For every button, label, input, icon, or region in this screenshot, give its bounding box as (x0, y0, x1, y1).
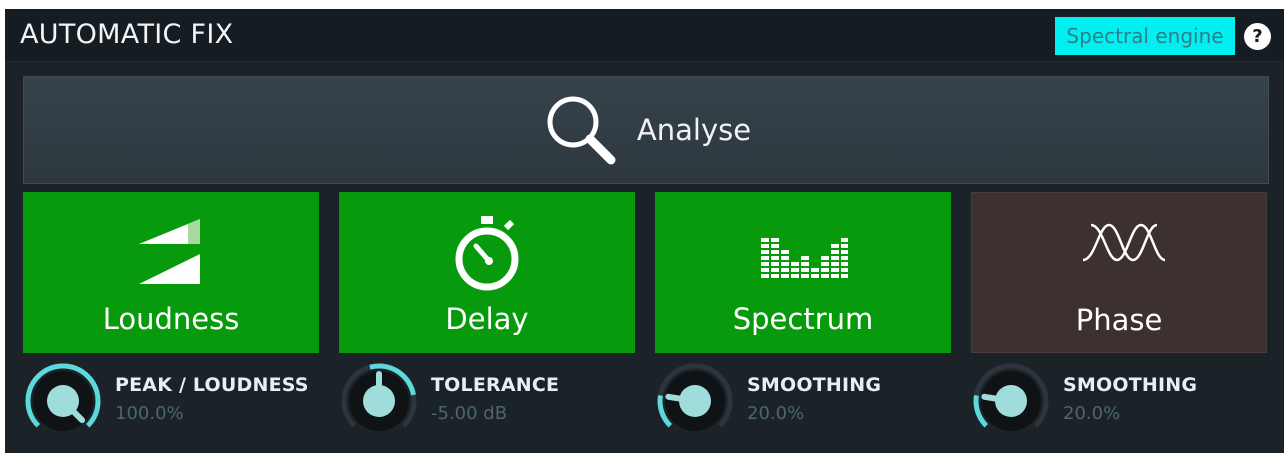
tile-spectrum[interactable]: Spectrum (655, 192, 951, 353)
analyse-label: Analyse (636, 113, 752, 147)
panel-title: AUTOMATIC FIX (20, 19, 234, 50)
control-name: SMOOTHING (747, 374, 882, 396)
tile-loudness-label: Loudness (102, 302, 240, 336)
control-name: PEAK / LOUDNESS (115, 374, 309, 396)
phase-icon (1082, 223, 1166, 262)
spectrum-smoothing-knob[interactable] (655, 361, 735, 441)
tile-loudness[interactable]: Loudness (23, 192, 319, 353)
tile-phase[interactable]: Phase (971, 192, 1267, 353)
control-value: 20.0% (747, 403, 805, 424)
control-name: TOLERANCE (431, 374, 560, 396)
tolerance-knob[interactable] (339, 361, 419, 441)
panel-header: AUTOMATIC FIX Spectral engine ? (5, 9, 1284, 62)
control-phase-smoothing: SMOOTHING 20.0% (971, 361, 1267, 433)
analyse-button[interactable]: Analyse (23, 76, 1269, 184)
peak-loudness-knob[interactable] (23, 361, 103, 441)
tile-delay-label: Delay (445, 302, 529, 336)
spectrum-icon (761, 238, 848, 278)
spectral-engine-button[interactable]: Spectral engine (1055, 17, 1235, 55)
search-icon (547, 96, 616, 165)
help-button[interactable]: ? (1244, 23, 1271, 50)
control-value: -5.00 dB (431, 403, 508, 424)
stopwatch-icon (455, 216, 519, 291)
tile-delay[interactable]: Delay (339, 192, 635, 353)
control-tolerance: TOLERANCE -5.00 dB (339, 361, 635, 433)
control-name: SMOOTHING (1063, 374, 1198, 396)
tile-spectrum-label: Spectrum (732, 302, 874, 336)
control-value: 100.0% (115, 403, 184, 424)
control-value: 20.0% (1063, 403, 1121, 424)
automatic-fix-panel: AUTOMATIC FIX Spectral engine ? Analyse … (5, 9, 1284, 453)
control-peak-loudness: PEAK / LOUDNESS 100.0% (23, 361, 319, 433)
loudness-icon (139, 219, 200, 284)
phase-smoothing-knob[interactable] (971, 361, 1051, 441)
tile-phase-label: Phase (1075, 303, 1163, 337)
control-spectrum-smoothing: SMOOTHING 20.0% (655, 361, 951, 433)
